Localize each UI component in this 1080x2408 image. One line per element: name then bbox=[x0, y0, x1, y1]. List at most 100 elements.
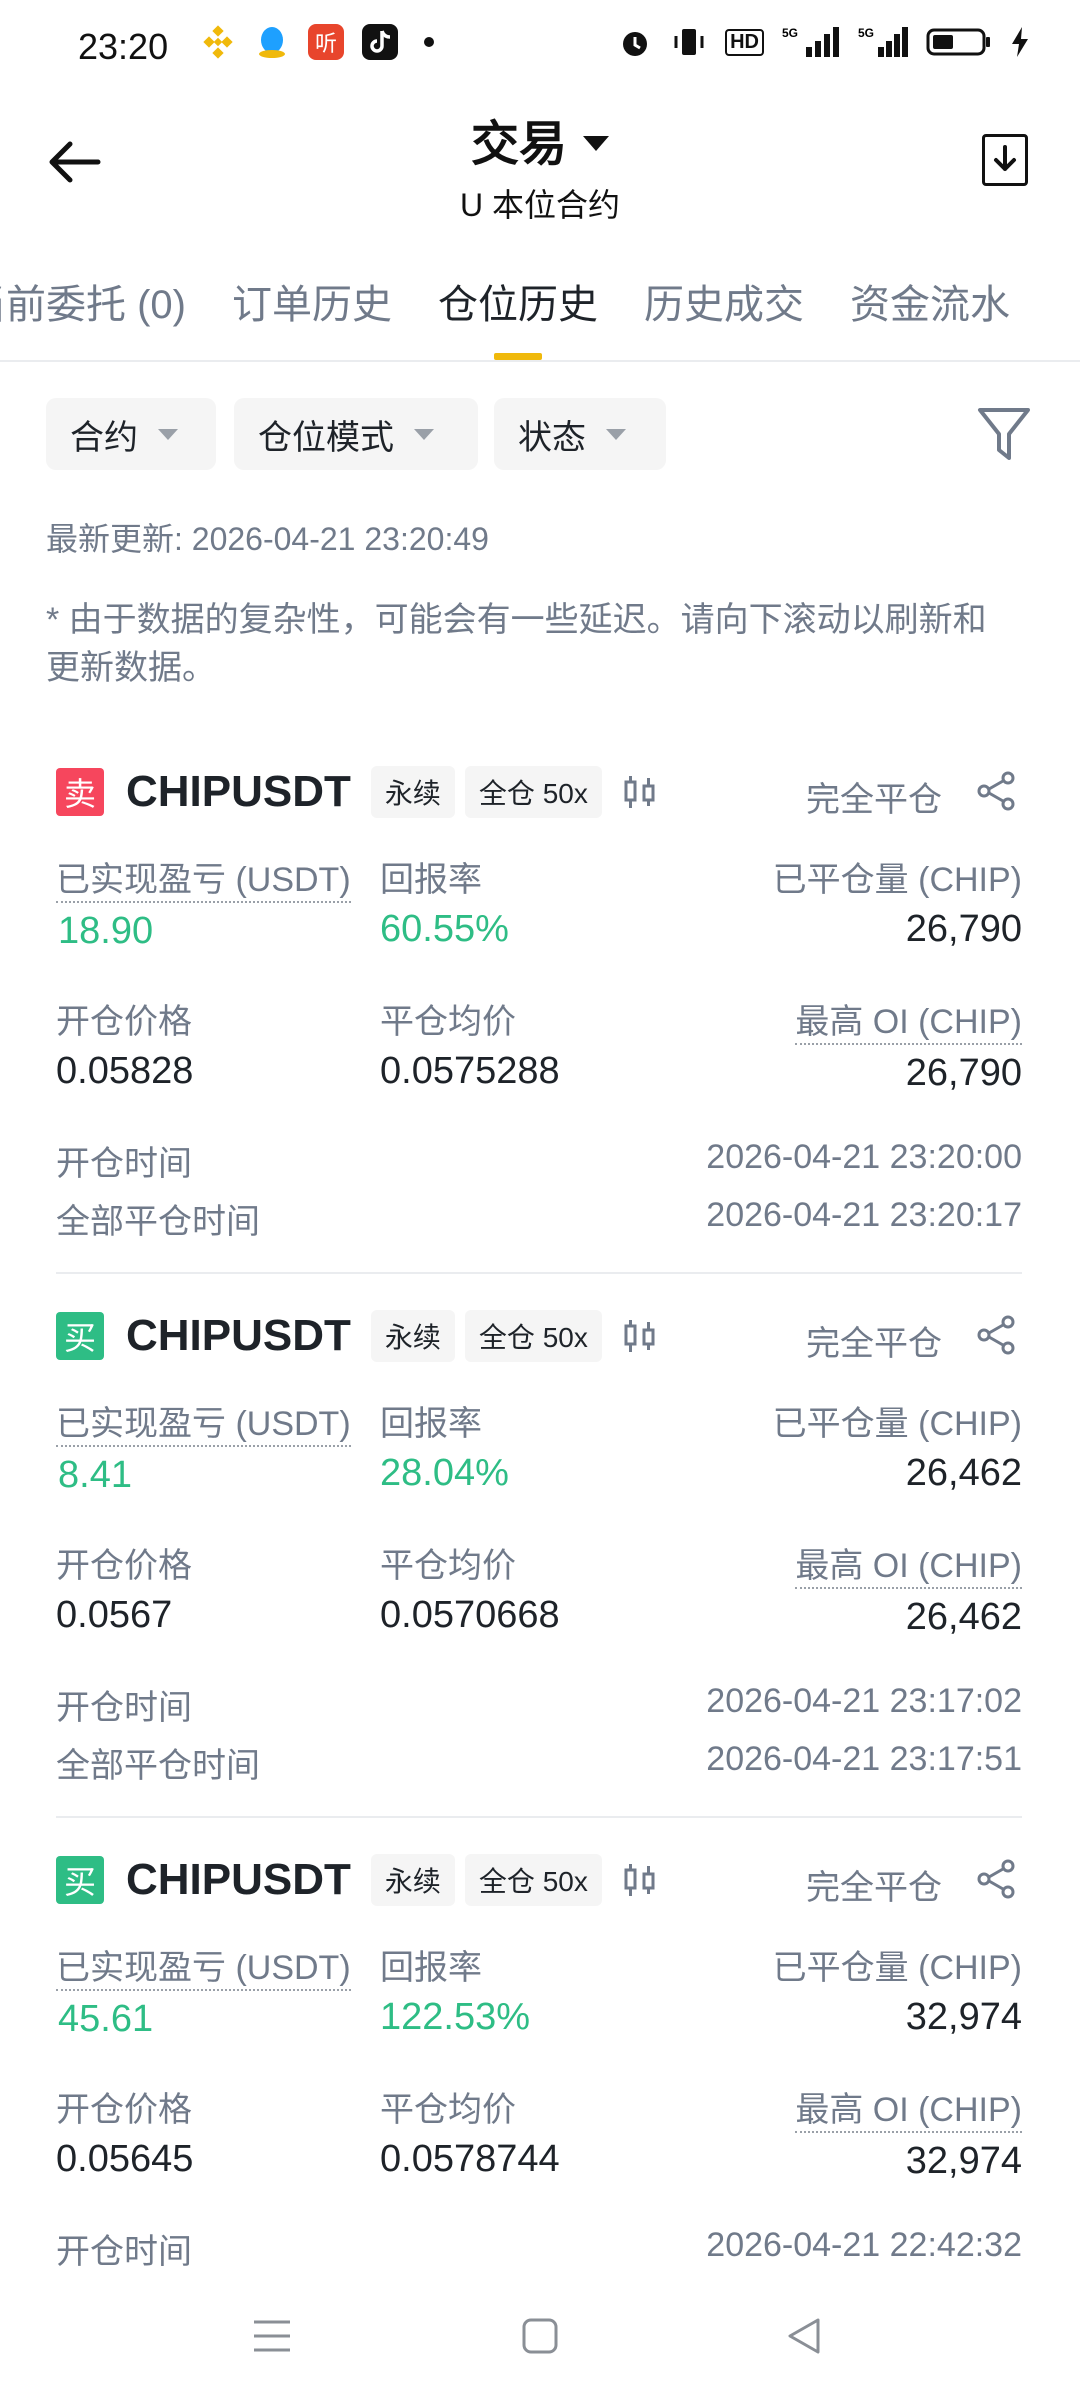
open-time-label: 开仓时间 bbox=[56, 1145, 192, 1183]
close-time-label: 全部平仓时间 bbox=[56, 1203, 260, 1241]
vibrate-icon bbox=[674, 29, 704, 55]
close-avg-label: 平仓均价 bbox=[380, 2091, 516, 2129]
pnl-value: 18.90 bbox=[58, 910, 154, 952]
tab-label: 当前委托 (0) bbox=[0, 283, 186, 327]
svg-text:5G: 5G bbox=[858, 26, 874, 40]
pnl-label[interactable]: 已实现盈亏 (USDT) bbox=[56, 852, 351, 903]
chevron-down-icon bbox=[414, 428, 434, 440]
roi-label: 回报率 bbox=[380, 1949, 482, 1987]
status-right-icons: HD 5G 5G bbox=[617, 24, 1030, 60]
listen-app-icon: 听 bbox=[308, 24, 344, 60]
close-avg-value: 0.0578744 bbox=[380, 2138, 560, 2180]
symbol[interactable]: CHIPUSDT bbox=[126, 1311, 351, 1361]
close-avg-label: 平仓均价 bbox=[380, 1003, 516, 1041]
side-badge-buy: 买 bbox=[56, 1856, 104, 1904]
share-icon[interactable] bbox=[976, 1858, 1018, 1900]
closed-qty-label: 已平仓量 (CHIP) bbox=[772, 861, 1022, 899]
close-time-value: 2026-04-21 23:20:17 bbox=[706, 1196, 1022, 1234]
side-text: 买 bbox=[63, 1320, 96, 1356]
close-time-label: 全部平仓时间 bbox=[56, 1747, 260, 1785]
tab-funding-flow[interactable]: 资金流水 bbox=[850, 272, 1010, 330]
tab-label: 历史成交 bbox=[644, 283, 804, 327]
position-card-1-header: 卖 CHIPUSDT 永续 全仓 50x bbox=[56, 766, 660, 818]
qq-app-icon bbox=[254, 24, 290, 60]
closed-qty-label: 已平仓量 (CHIP) bbox=[772, 1405, 1022, 1443]
contract-type-tag: 永续 bbox=[370, 1854, 455, 1906]
card-divider bbox=[56, 1272, 1022, 1274]
roi-value: 28.04% bbox=[380, 1452, 509, 1494]
candlestick-chart-icon[interactable] bbox=[620, 1316, 660, 1356]
roi-label: 回报率 bbox=[380, 861, 482, 899]
download-icon[interactable] bbox=[982, 134, 1028, 186]
signal-icon: 5G bbox=[858, 26, 908, 57]
charging-icon bbox=[1012, 27, 1028, 57]
battery-icon bbox=[926, 28, 990, 56]
tab-open-orders[interactable]: 当前委托 (0) bbox=[0, 272, 186, 330]
tab-order-history[interactable]: 订单历史 bbox=[232, 272, 392, 330]
pnl-value: 45.61 bbox=[58, 1998, 154, 2040]
page-subtitle: U 本位合约 bbox=[459, 187, 620, 223]
position-status: 完全平仓 bbox=[806, 781, 942, 819]
close-avg-value: 0.0570668 bbox=[380, 1594, 560, 1636]
contract-type-tag: 永续 bbox=[370, 766, 455, 818]
open-price-label: 开仓价格 bbox=[56, 1547, 192, 1585]
alarm-icon bbox=[623, 32, 648, 56]
pnl-label[interactable]: 已实现盈亏 (USDT) bbox=[56, 1940, 351, 1991]
close-avg-value: 0.0575288 bbox=[380, 1050, 560, 1092]
open-price-label: 开仓价格 bbox=[56, 2091, 192, 2129]
filter-label: 状态 bbox=[518, 418, 586, 457]
open-time-value: 2026-04-21 23:20:00 bbox=[706, 1138, 1022, 1176]
margin-tag: 全仓 50x bbox=[464, 1854, 602, 1906]
side-text: 买 bbox=[63, 1864, 96, 1900]
open-time-value: 2026-04-21 22:42:32 bbox=[706, 2226, 1022, 2264]
title-dropdown-icon bbox=[583, 135, 609, 151]
page-title[interactable]: 交易 bbox=[0, 104, 1080, 174]
symbol[interactable]: CHIPUSDT bbox=[126, 767, 351, 817]
candlestick-chart-icon[interactable] bbox=[620, 1860, 660, 1900]
margin-tag: 全仓 50x bbox=[464, 766, 602, 818]
open-price-value: 0.0567 bbox=[56, 1594, 173, 1636]
symbol[interactable]: CHIPUSDT bbox=[126, 1855, 351, 1905]
max-oi-value: 26,790 bbox=[905, 1052, 1022, 1094]
home-icon[interactable] bbox=[520, 2316, 560, 2356]
side-badge-buy: 买 bbox=[56, 1312, 104, 1360]
last-update: 最新更新: 2026-04-21 23:20:49 bbox=[46, 521, 489, 557]
tab-bar: 当前委托 (0) 订单历史 仓位历史 历史成交 资金流水 bbox=[0, 272, 1010, 360]
signal-5g-icon: 5G bbox=[782, 26, 839, 57]
open-price-value: 0.05645 bbox=[56, 2138, 194, 2180]
menu-icon[interactable] bbox=[250, 2316, 294, 2356]
back-icon[interactable] bbox=[784, 2316, 824, 2356]
roi-label: 回报率 bbox=[380, 1405, 482, 1443]
max-oi-value: 32,974 bbox=[905, 2140, 1022, 2182]
tab-label: 订单历史 bbox=[232, 283, 392, 327]
candlestick-chart-icon[interactable] bbox=[620, 772, 660, 812]
max-oi-label[interactable]: 最高 OI (CHIP) bbox=[795, 994, 1022, 1045]
pnl-label[interactable]: 已实现盈亏 (USDT) bbox=[56, 1396, 351, 1447]
filter-position-mode[interactable]: 仓位模式 bbox=[234, 398, 478, 470]
status-app-icons: 听 bbox=[200, 24, 434, 60]
tab-label: 仓位历史 bbox=[438, 283, 598, 327]
filter-status[interactable]: 状态 bbox=[494, 398, 666, 470]
chevron-down-icon bbox=[158, 428, 178, 440]
tabs-divider bbox=[0, 360, 1080, 362]
status-time: 23:20 bbox=[78, 26, 169, 67]
open-price-label: 开仓价格 bbox=[56, 1003, 192, 1041]
filter-contract[interactable]: 合约 bbox=[46, 398, 216, 470]
side-text: 卖 bbox=[63, 776, 96, 812]
tab-trade-history[interactable]: 历史成交 bbox=[644, 272, 804, 330]
filter-label: 合约 bbox=[70, 418, 138, 457]
filter-funnel-icon[interactable] bbox=[976, 404, 1032, 464]
share-icon[interactable] bbox=[976, 1314, 1018, 1356]
contract-type-tag: 永续 bbox=[370, 1310, 455, 1362]
card-divider bbox=[56, 1816, 1022, 1818]
tab-position-history[interactable]: 仓位历史 bbox=[438, 272, 598, 360]
roi-value: 122.53% bbox=[380, 1996, 531, 2038]
closed-qty-value: 26,790 bbox=[905, 908, 1022, 950]
pnl-value: 8.41 bbox=[58, 1454, 132, 1496]
tab-active-indicator bbox=[494, 353, 542, 360]
max-oi-label[interactable]: 最高 OI (CHIP) bbox=[795, 2082, 1022, 2133]
share-icon[interactable] bbox=[976, 770, 1018, 812]
delay-note: * 由于数据的复杂性，可能会有一些延迟。请向下滚动以刷新和更新数据。 bbox=[46, 601, 987, 687]
position-card-2-header: 买 CHIPUSDT 永续 全仓 50x bbox=[56, 1310, 660, 1362]
max-oi-label[interactable]: 最高 OI (CHIP) bbox=[795, 1538, 1022, 1589]
